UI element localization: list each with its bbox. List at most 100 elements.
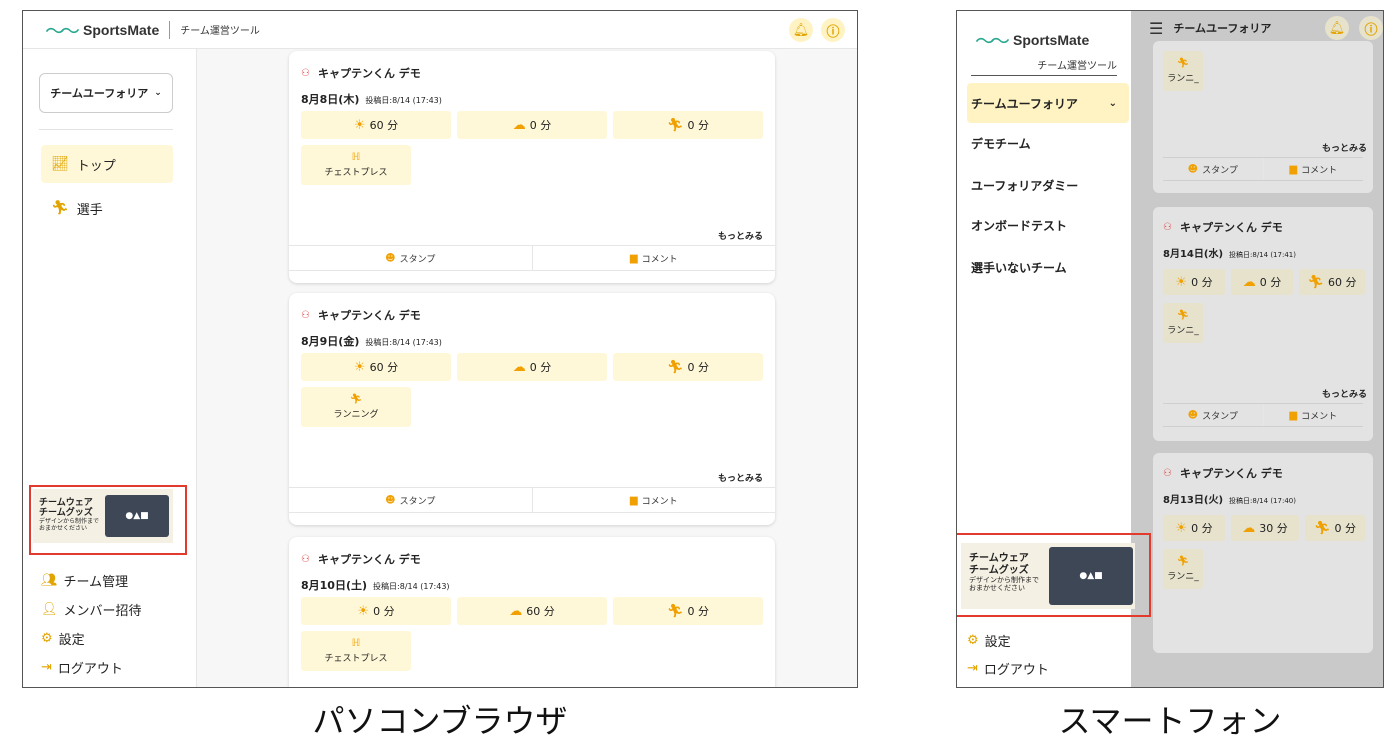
app-subtitle: チーム運営ツール: [180, 26, 260, 37]
metric-value: 0 分: [1259, 276, 1282, 289]
stamp-button[interactable]: ☻ スタンプ: [1163, 404, 1263, 426]
desktop-header: 〜〜 SportsMate チーム運営ツール 🔔︎ ⓘ: [23, 11, 857, 49]
card-author[interactable]: ⚇ キャプテンくん デモ: [301, 551, 421, 567]
stamp-button[interactable]: ☻ スタンプ: [289, 488, 532, 512]
stamp-label: スタンプ: [399, 254, 436, 265]
metric-value: 0 分: [687, 119, 710, 132]
stamp-icon: ☻: [1187, 409, 1199, 421]
hamburger-icon[interactable]: ☰: [1149, 19, 1163, 38]
logout-link[interactable]: ⇥ ログアウト: [967, 659, 1049, 678]
metric-day: ☀ 0 分: [1163, 269, 1225, 295]
desktop-screenshot: 〜〜 SportsMate チーム運営ツール 🔔︎ ⓘ チームユーフォリア ⌄ …: [22, 10, 858, 688]
metric-value: 60 分: [1328, 276, 1357, 289]
see-more-link[interactable]: もっとみる: [1322, 387, 1367, 400]
comment-button[interactable]: ▆ コメント: [1262, 158, 1364, 180]
metric-day: ☀ 0 分: [301, 597, 451, 625]
see-more-link[interactable]: もっとみる: [1322, 141, 1367, 154]
settings-link[interactable]: ⚙︎ 設定: [41, 629, 85, 648]
sun-icon: ☀: [1175, 520, 1188, 536]
logo-text: SportsMate: [1013, 31, 1090, 48]
comment-icon: ▆: [629, 494, 638, 506]
metric-value: 0 分: [529, 361, 552, 374]
app-logo[interactable]: 〜〜 SportsMate: [975, 25, 1089, 54]
runner-icon: 🏃︎: [1307, 274, 1324, 290]
drawer-item-label: オンボードテスト: [971, 218, 1068, 233]
bell-icon[interactable]: 🔔︎: [789, 18, 813, 42]
comment-button[interactable]: ▆ コメント: [1262, 404, 1364, 426]
phone-screenshot: ☰ チームユーフォリア 🔔︎ ⓘ 🏃︎ ランニ_ もっとみる ☻ スタンプ ▆ コメン…: [956, 10, 1384, 688]
runner-icon: 🏃︎: [1176, 310, 1190, 321]
exercise-chip: 🏃︎ ランニ_: [1163, 549, 1203, 589]
exercise-chip: 🏃︎ ランニ_: [1163, 303, 1203, 343]
stamp-icon: ☻: [385, 494, 396, 506]
exercise-chip: 🏃︎ ランニング: [301, 387, 411, 427]
posted-date: 投稿日:8/14 (17:43): [365, 338, 442, 347]
drawer-team-item[interactable]: オンボードテスト: [967, 205, 1129, 245]
runner-icon: 🏃︎: [1176, 556, 1190, 567]
exercise-name: チェストプレス: [324, 168, 388, 178]
sunset-icon: ☁: [1242, 274, 1256, 290]
card-date: 8月8日(木) 投稿日:8/14 (17:43): [301, 91, 442, 107]
avatar-icon: ⚇: [1163, 467, 1172, 479]
card-actions: ☻ スタンプ ▆ コメント: [289, 245, 775, 271]
card-author[interactable]: ⚇ キャプテンくん デモ: [301, 307, 421, 323]
see-more-link[interactable]: もっとみる: [718, 229, 763, 242]
bell-icon[interactable]: 🔔︎: [1325, 16, 1349, 40]
posted-date: 投稿日:8/14 (17:43): [365, 96, 442, 105]
exercise-chip: ℍ チェストプレス: [301, 145, 411, 185]
stamp-button[interactable]: ☻ スタンプ: [289, 246, 532, 270]
card-actions: ☻ スタンプ ▆ コメント: [289, 487, 775, 513]
team-select[interactable]: チームユーフォリア ⌄: [39, 73, 173, 113]
sidebar-item-players[interactable]: 🏃︎ 選手: [51, 193, 103, 223]
card-actions: ☻ スタンプ ▆ コメント: [1163, 403, 1363, 427]
logout-link[interactable]: ⇥ ログアウト: [41, 658, 123, 677]
card-author[interactable]: ⚇ キャプテンくん デモ: [1163, 219, 1283, 235]
invite-member-link[interactable]: 👤︎ メンバー招待: [41, 600, 142, 619]
sidebar-item-label: 選手: [76, 202, 103, 218]
exercise-name: ランニ_: [1167, 74, 1199, 84]
dumbbell-icon: ℍ: [351, 152, 361, 163]
drawer-team-item[interactable]: チームユーフォリア ⌄: [967, 83, 1129, 123]
card-author[interactable]: ⚇ キャプテンくん デモ: [1163, 465, 1283, 481]
metric-value: 30 分: [1259, 522, 1288, 535]
info-icon[interactable]: ⓘ: [821, 18, 845, 42]
info-icon[interactable]: ⓘ: [1359, 16, 1383, 40]
metric-day: ☀ 60 分: [301, 111, 451, 139]
drawer-item-label: チームユーフォリア: [971, 96, 1078, 111]
drawer-divider: [971, 75, 1117, 76]
logo-mark-icon: 〜〜: [45, 19, 80, 43]
dumbbell-icon: ℍ: [351, 638, 361, 649]
comment-icon: ▆: [1289, 163, 1298, 175]
sunset-icon: ☁: [512, 117, 526, 133]
avatar-icon: ⚇: [1163, 221, 1172, 233]
team-drawer: 〜〜 SportsMate チーム運営ツール チームユーフォリア ⌄ デモチーム…: [957, 11, 1151, 687]
app-logo[interactable]: 〜〜 SportsMate: [45, 15, 159, 44]
card-author[interactable]: ⚇ キャプテンくん デモ: [301, 65, 421, 81]
comment-button[interactable]: ▆ コメント: [531, 246, 776, 270]
date-text: 8月14日(水): [1163, 249, 1224, 260]
stamp-label: スタンプ: [1202, 411, 1238, 422]
desktop-sidebar: チームユーフォリア ⌄ 📈︎ トップ 🏃︎ 選手 チームウェア チームグッズ デ…: [23, 49, 197, 687]
see-more-link[interactable]: もっとみる: [718, 471, 763, 484]
exercise-name: チェストプレス: [324, 654, 388, 664]
comment-label: コメント: [641, 496, 678, 507]
posted-date: 投稿日:8/14 (17:40): [1229, 497, 1296, 505]
runner-icon: 🏃︎: [666, 359, 684, 375]
stamp-button[interactable]: ☻ スタンプ: [1163, 158, 1263, 180]
comment-label: コメント: [1301, 165, 1338, 176]
stamp-icon: ☻: [1187, 163, 1199, 175]
sidebar-item-top[interactable]: 📈︎ トップ: [41, 145, 173, 183]
team-management-link[interactable]: 👥︎ チーム管理: [41, 571, 128, 590]
activity-card: ⚇ キャプテンくん デモ 8月8日(木) 投稿日:8/14 (17:43) ☀ 60 …: [289, 51, 775, 283]
settings-link[interactable]: ⚙︎ 設定: [967, 631, 1011, 650]
sunset-icon: ☁: [512, 359, 526, 375]
drawer-team-item[interactable]: デモチーム: [967, 123, 1129, 163]
phone-header: ☰ チームユーフォリア 🔔︎ ⓘ: [1131, 11, 1383, 45]
runner-icon: 🏃︎: [349, 394, 363, 405]
activity-card: ⚇ キャプテンくん デモ 8月9日(金) 投稿日:8/14 (17:43) ☀ 60 …: [289, 293, 775, 525]
comment-button[interactable]: ▆ コメント: [531, 488, 776, 512]
exercise-chip: ℍ チェストプレス: [301, 631, 411, 671]
drawer-team-item[interactable]: ユーフォリアダミー: [967, 165, 1129, 205]
drawer-team-item[interactable]: 選手いないチーム: [967, 247, 1129, 287]
gear-icon: ⚙︎: [967, 633, 979, 648]
